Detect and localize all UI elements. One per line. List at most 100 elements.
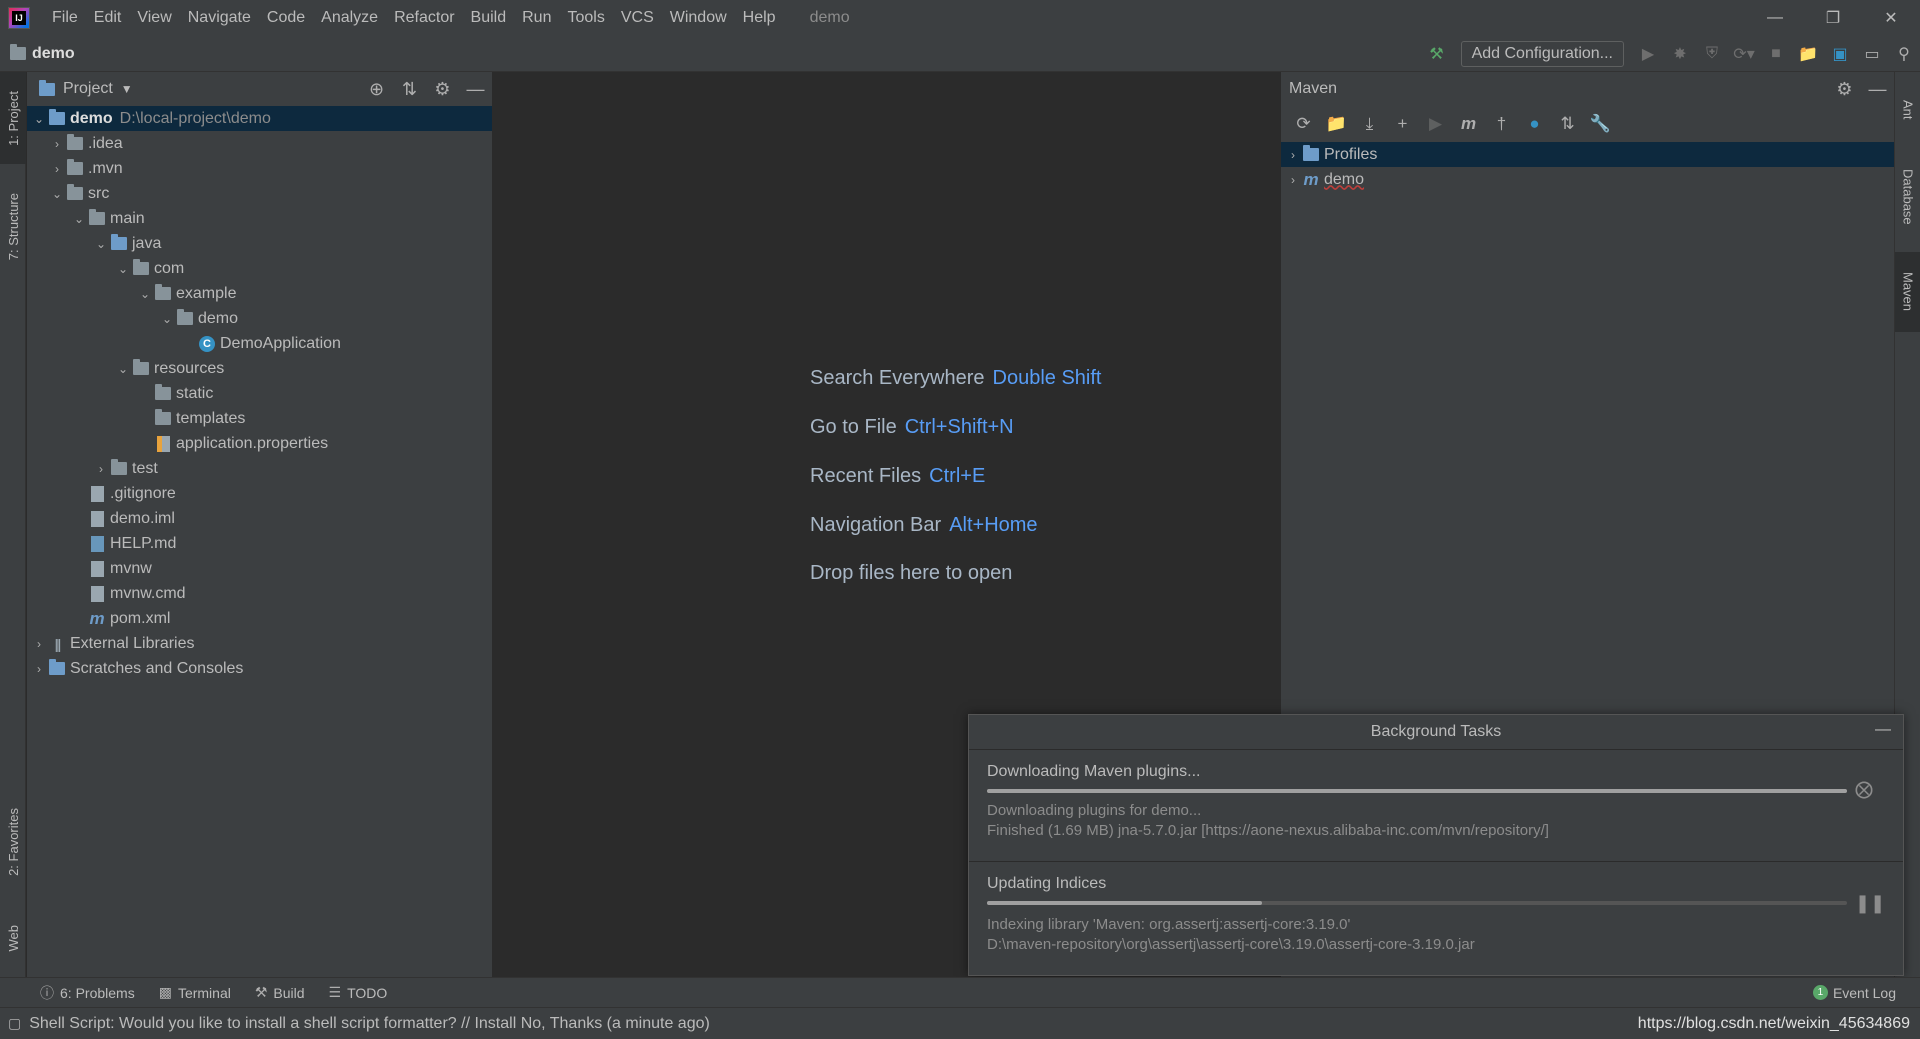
chevron-down-icon[interactable]: ⌄ <box>137 287 153 301</box>
tree-row-static[interactable]: static <box>27 381 492 406</box>
tool-problems[interactable]: ⓘ 6: Problems <box>40 983 135 1003</box>
wrench-icon[interactable]: 🔧 <box>1584 109 1617 139</box>
profiler-icon[interactable]: ⟳▾ <box>1728 36 1760 72</box>
tree-row-templates[interactable]: templates <box>27 406 492 431</box>
tab-project[interactable]: 1: Project <box>0 72 26 164</box>
hide-icon[interactable]: — <box>1861 79 1894 100</box>
tool-todo[interactable]: ☰ TODO <box>329 984 388 1001</box>
reload-icon[interactable]: ⟳ <box>1287 109 1320 139</box>
tree-row-test[interactable]: › test <box>27 456 492 481</box>
chevron-right-icon[interactable]: › <box>49 137 65 151</box>
menu-run[interactable]: Run <box>514 0 559 36</box>
tree-row-external-libraries[interactable]: › ||| External Libraries <box>27 631 492 656</box>
chevron-down-icon[interactable]: ⌄ <box>31 112 47 126</box>
tree-row-java[interactable]: ⌄ java <box>27 231 492 256</box>
chevron-down-icon[interactable]: ⌄ <box>93 237 109 251</box>
build-hammer-icon[interactable]: ⚒ <box>1421 36 1453 72</box>
menu-analyze[interactable]: Analyze <box>313 0 386 36</box>
tool-build[interactable]: ⚒ Build <box>255 984 305 1001</box>
debug-icon[interactable]: ✸ <box>1664 36 1696 72</box>
translate-icon[interactable]: ▣ <box>1824 36 1856 72</box>
generate-sources-icon[interactable]: 📁 <box>1320 109 1353 139</box>
tree-row-src[interactable]: ⌄ src <box>27 181 492 206</box>
menu-vcs[interactable]: VCS <box>613 0 662 36</box>
status-toggle-icon[interactable]: ▢ <box>8 1015 21 1032</box>
menu-refactor[interactable]: Refactor <box>386 0 462 36</box>
chevron-right-icon[interactable]: › <box>49 162 65 176</box>
tab-maven[interactable]: Maven <box>1895 252 1920 332</box>
tree-row-mvn[interactable]: › .mvn <box>27 156 492 181</box>
menu-tools[interactable]: Tools <box>559 0 612 36</box>
execute-goal-icon[interactable]: m <box>1452 109 1485 139</box>
search-icon[interactable]: ⚲ <box>1888 36 1920 72</box>
gear-icon[interactable]: ⚙ <box>1828 79 1861 100</box>
tree-row-resources[interactable]: ⌄ resources <box>27 356 492 381</box>
chevron-down-icon[interactable]: ⌄ <box>159 312 175 326</box>
chevron-down-icon[interactable]: ⌄ <box>49 187 65 201</box>
restore-icon[interactable]: ❐ <box>1804 0 1862 36</box>
download-icon[interactable]: ⤓ <box>1353 109 1386 139</box>
tree-row-gitignore[interactable]: .gitignore <box>27 481 492 506</box>
chevron-right-icon[interactable]: › <box>1285 173 1301 187</box>
chevron-right-icon[interactable]: › <box>31 662 47 676</box>
run-icon[interactable]: ▶ <box>1419 109 1452 139</box>
menu-window[interactable]: Window <box>662 0 735 36</box>
tab-favorites[interactable]: 2: Favorites <box>0 792 26 892</box>
tree-row-mvnw-cmd[interactable]: mvnw.cmd <box>27 581 492 606</box>
tree-row-demo-package[interactable]: ⌄ demo <box>27 306 492 331</box>
tab-structure[interactable]: 7: Structure <box>0 180 26 274</box>
minimize-icon[interactable]: — <box>1746 0 1804 36</box>
tab-ant[interactable]: Ant <box>1895 80 1920 140</box>
chevron-right-icon[interactable]: › <box>93 462 109 476</box>
tree-row-pom-xml[interactable]: m pom.xml <box>27 606 492 631</box>
chevron-right-icon[interactable]: › <box>1285 148 1301 162</box>
menu-view[interactable]: View <box>129 0 179 36</box>
collapse-all-icon[interactable]: ⇅ <box>1551 109 1584 139</box>
chevron-down-icon[interactable]: ⌄ <box>115 362 131 376</box>
tree-row-application-properties[interactable]: application.properties <box>27 431 492 456</box>
tool-terminal[interactable]: ▩ Terminal <box>159 984 231 1001</box>
tree-row-idea[interactable]: › .idea <box>27 131 492 156</box>
locate-icon[interactable]: ⊕ <box>360 79 393 100</box>
tree-row-demo[interactable]: ⌄ demo D:\local-project\demo <box>27 106 492 131</box>
chevron-right-icon[interactable]: › <box>31 637 47 651</box>
menu-edit[interactable]: Edit <box>86 0 130 36</box>
tree-row-mvnw[interactable]: mvnw <box>27 556 492 581</box>
hide-icon[interactable]: — <box>459 79 492 100</box>
chevron-down-icon[interactable]: ⌄ <box>115 262 131 276</box>
close-icon[interactable]: ✕ <box>1862 0 1920 36</box>
menu-help[interactable]: Help <box>735 0 784 36</box>
tree-row-scratches[interactable]: › Scratches and Consoles <box>27 656 492 681</box>
menu-code[interactable]: Code <box>259 0 313 36</box>
menu-build[interactable]: Build <box>463 0 515 36</box>
chevron-down-icon[interactable]: ⌄ <box>71 212 87 226</box>
run-icon[interactable]: ▶ <box>1632 36 1664 72</box>
menu-file[interactable]: File <box>44 0 86 36</box>
tree-row-com[interactable]: ⌄ com <box>27 256 492 281</box>
add-icon[interactable]: + <box>1386 109 1419 139</box>
tab-database[interactable]: Database <box>1895 152 1920 242</box>
cancel-icon[interactable]: ⨂ <box>1855 779 1873 800</box>
project-view-selector[interactable]: Project <box>63 80 113 98</box>
project-structure-icon[interactable]: 📁 <box>1792 36 1824 72</box>
collapse-all-icon[interactable]: ⇅ <box>393 79 426 100</box>
pause-icon[interactable]: ❚❚ <box>1855 893 1885 914</box>
intellij-logo-icon[interactable]: IJ <box>8 7 30 29</box>
maven-row-demo[interactable]: › m demo <box>1281 167 1894 192</box>
tab-web[interactable]: Web <box>0 908 26 968</box>
menu-navigate[interactable]: Navigate <box>180 0 259 36</box>
toggle-offline-icon[interactable]: † <box>1485 109 1518 139</box>
stop-icon[interactable]: ■ <box>1760 36 1792 72</box>
chevron-down-icon[interactable]: ▼ <box>121 82 133 96</box>
tree-row-demoapplication[interactable]: C DemoApplication <box>27 331 492 356</box>
coverage-icon[interactable]: ⛨ <box>1696 36 1728 72</box>
hide-icon[interactable]: — <box>1875 721 1891 739</box>
status-message[interactable]: Shell Script: Would you like to install … <box>29 1015 710 1033</box>
breadcrumb[interactable]: demo <box>10 44 75 63</box>
maven-row-profiles[interactable]: › Profiles <box>1281 142 1894 167</box>
tool-event-log[interactable]: 1 Event Log <box>1812 985 1896 1001</box>
tree-row-help-md[interactable]: HELP.md <box>27 531 492 556</box>
skip-tests-icon[interactable]: ● <box>1518 109 1551 139</box>
tree-row-example[interactable]: ⌄ example <box>27 281 492 306</box>
gear-icon[interactable]: ⚙ <box>426 79 459 100</box>
